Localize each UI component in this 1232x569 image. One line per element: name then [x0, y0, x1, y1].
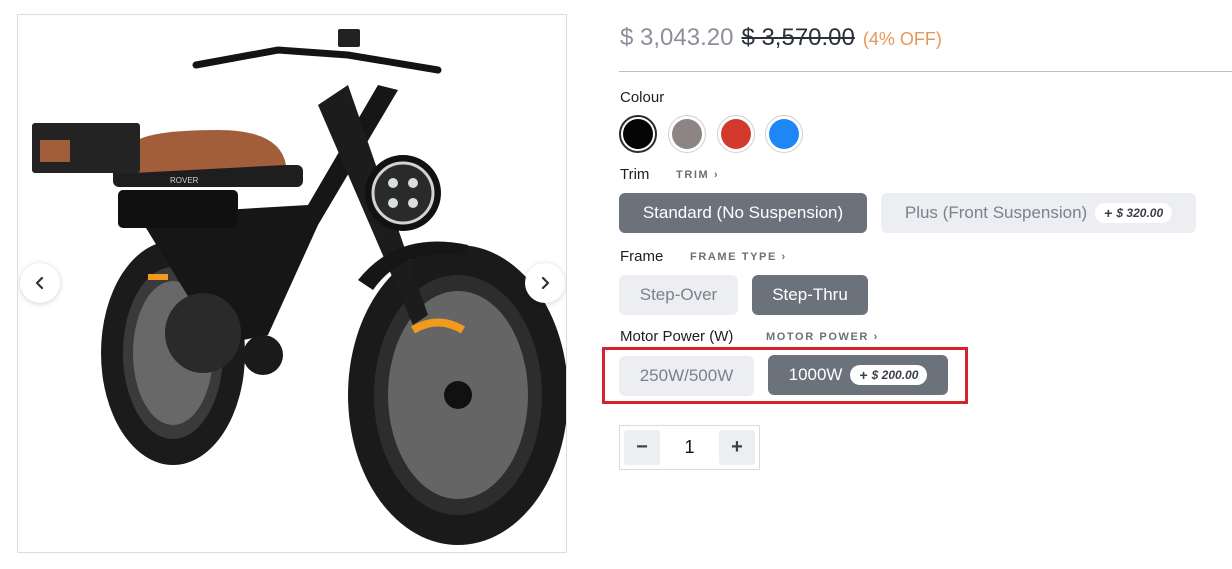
quantity-stepper: − 1 +: [619, 425, 760, 470]
option-label: Step-Thru: [772, 285, 848, 304]
option-label: Step-Over: [639, 285, 718, 304]
motor-power-info-link[interactable]: MOTOR POWER ›: [766, 331, 879, 343]
frame-label: Frame: [620, 248, 664, 265]
plus-icon: +: [1104, 205, 1113, 221]
chevron-right-icon: [541, 277, 550, 289]
swatch-dot: [769, 119, 799, 149]
quantity-increase-button[interactable]: +: [719, 430, 755, 465]
trim-option-plus[interactable]: Plus (Front Suspension) + $ 320.00: [881, 193, 1196, 233]
chevron-left-icon: [35, 277, 44, 289]
price-row: $ 3,043.20 $ 3,570.00 (4% OFF): [620, 24, 942, 52]
frame-badge-text: ROVER: [170, 176, 199, 185]
addon-price: $ 320.00: [1116, 206, 1164, 220]
sale-price: $ 3,043.20: [620, 24, 734, 51]
option-label: Plus (Front Suspension): [904, 203, 1088, 222]
quantity-value[interactable]: 1: [664, 437, 715, 458]
frame-type-info-link[interactable]: FRAME TYPE ›: [690, 251, 787, 263]
swatch-dot: [672, 119, 702, 149]
next-image-button[interactable]: [525, 263, 565, 303]
regular-price: $ 3,570.00: [741, 24, 855, 51]
trim-info-link[interactable]: TRIM ›: [676, 169, 719, 181]
swatch-dot: [721, 119, 751, 149]
swatch-dot: [623, 119, 653, 149]
colour-swatch-red[interactable]: [717, 115, 755, 153]
motor-power-label: Motor Power (W): [620, 328, 734, 345]
product-image: ROVER: [32, 29, 566, 545]
quantity-decrease-button[interactable]: −: [624, 430, 660, 465]
discount-label: (4% OFF): [862, 29, 942, 49]
price-divider: [619, 71, 1232, 72]
frame-option-step-thru[interactable]: Step-Thru: [752, 275, 868, 315]
trim-option-standard[interactable]: Standard (No Suspension): [619, 193, 867, 233]
colour-swatch-blue[interactable]: [765, 115, 803, 153]
product-image-gallery: ROVER: [17, 14, 567, 553]
previous-image-button[interactable]: [20, 263, 60, 303]
option-label: Standard (No Suspension): [642, 203, 844, 222]
colour-label: Colour: [620, 89, 665, 106]
motor-power-highlight: [602, 347, 968, 404]
addon-price-badge: + $ 320.00: [1095, 203, 1173, 223]
frame-option-step-over[interactable]: Step-Over: [619, 275, 738, 315]
colour-swatch-black[interactable]: [619, 115, 657, 153]
colour-swatch-grey[interactable]: [668, 115, 706, 153]
trim-label: Trim: [620, 166, 650, 183]
